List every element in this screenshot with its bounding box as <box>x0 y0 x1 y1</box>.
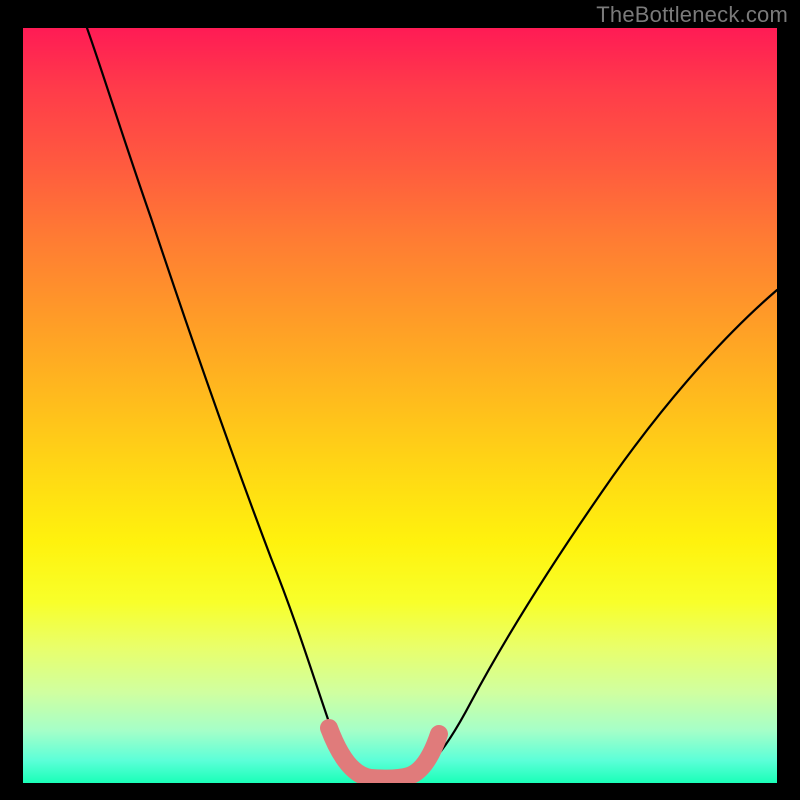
chart-frame: TheBottleneck.com <box>0 0 800 800</box>
plot-area <box>23 28 777 783</box>
chart-svg <box>23 28 777 783</box>
watermark-text: TheBottleneck.com <box>596 2 788 28</box>
optimal-region-highlight <box>329 728 439 779</box>
bottleneck-curve <box>87 28 777 780</box>
